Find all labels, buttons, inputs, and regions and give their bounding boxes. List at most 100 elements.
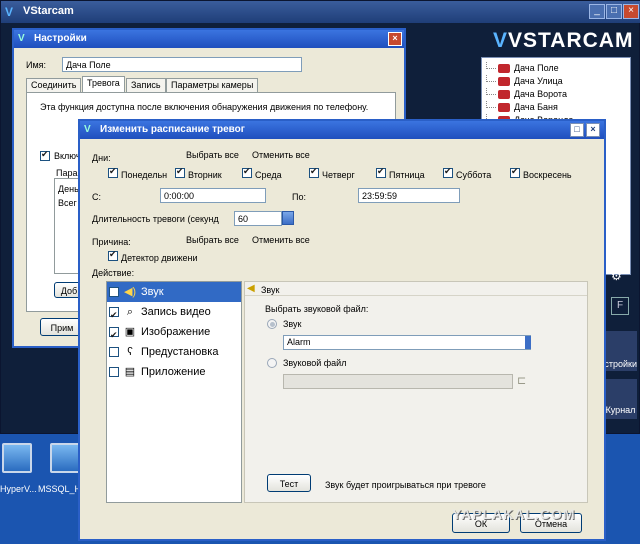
day-label: Четверг (322, 170, 355, 180)
tab-connect[interactable]: Соединить (26, 78, 82, 92)
sound-header (245, 282, 587, 296)
day-label: Вторник (188, 170, 222, 180)
action-list: ◀) Звук ⌕ Запись видео ▣ Изображение ʕ Преду… (106, 281, 242, 503)
side-settings-button[interactable]: Настройки (601, 331, 637, 371)
brand-v-icon: V (493, 29, 509, 52)
sound-select[interactable]: Alarm (283, 335, 531, 350)
dialog-logo-icon: V (84, 124, 91, 135)
side-settings-label: Настройки (601, 359, 637, 369)
enable-label: Включ (54, 151, 81, 161)
action-preset[interactable]: ʕ Предустановка (107, 342, 241, 362)
sound-radio[interactable] (267, 319, 277, 329)
device-item[interactable]: Дача Ворота (482, 88, 630, 101)
watermark: YAPLAKAL.COM (452, 506, 576, 522)
device-label: Дача Ворота (514, 89, 567, 99)
speaker-icon: ◀) (123, 286, 137, 298)
action-label-text: Звук (141, 286, 164, 298)
name-label: Имя: (26, 60, 47, 70)
enable-checkbox[interactable] (40, 149, 50, 163)
schedule-dialog: Изменить расписание тревог V □ × Дни: Вы… (78, 119, 606, 541)
action-label-text: Приложение (141, 366, 206, 378)
device-item[interactable]: Дача Улица (482, 75, 630, 88)
speaker-header-icon: ◀ (247, 283, 255, 294)
minimize-button[interactable]: _ (589, 4, 605, 19)
device-label: Дача Баня (514, 102, 558, 112)
side-log-label: Журнал (602, 405, 636, 415)
day-label: Суббота (456, 170, 492, 180)
from-time-input[interactable] (160, 188, 266, 203)
camera-icon (498, 90, 510, 99)
day-label: Воскресень (523, 170, 572, 180)
brand-text: VSTARCAM (508, 29, 634, 52)
device-item[interactable]: Дача Баня (482, 101, 630, 114)
duration-spin-icon[interactable] (282, 211, 294, 225)
sound-radio-label: Звук (283, 319, 302, 329)
action-app[interactable]: ▤ Приложение (107, 362, 241, 382)
action-sound[interactable]: ◀) Звук (107, 282, 241, 302)
reason-select-all[interactable]: Выбрать все (186, 235, 239, 245)
day-thursday[interactable]: Четверг (309, 166, 355, 180)
mssql-label: MSSQL_H (38, 484, 82, 494)
tab-record[interactable]: Запись (126, 78, 166, 92)
app-logo-icon: V (5, 5, 14, 19)
name-input[interactable] (62, 57, 302, 72)
camera-icon (498, 64, 510, 73)
test-hint: Звук будет проигрываться при тревоге (325, 480, 486, 490)
reason-cancel-all[interactable]: Отменить все (252, 235, 310, 245)
close-button[interactable]: × (623, 4, 639, 19)
action-label-text: Изображение (141, 326, 211, 338)
dropdown-arrow-icon[interactable] (525, 336, 531, 349)
camera-icon (498, 103, 510, 112)
action-label-text: Предустановка (141, 346, 219, 358)
action-video[interactable]: ⌕ Запись видео (107, 302, 241, 325)
folder-icon[interactable]: ⊏ (517, 374, 526, 387)
dialog-maximize-button[interactable]: □ (570, 123, 584, 137)
file-radio-label: Звуковой файл (283, 358, 347, 368)
file-path-input[interactable] (283, 374, 513, 389)
side-log-button[interactable]: Журнал (601, 379, 637, 419)
choose-file-label: Выбрать звуковой файл: (265, 304, 369, 314)
day-friday[interactable]: Пятница (376, 166, 425, 180)
hyperv-label: HyperV... (0, 484, 37, 494)
sound-select-value: Alarm (287, 337, 311, 347)
file-radio[interactable] (267, 358, 277, 368)
action-label-text: Запись видео (141, 306, 211, 318)
day-wednesday[interactable]: Среда (242, 166, 282, 180)
day-saturday[interactable]: Суббота (443, 166, 492, 180)
motion-detector-checkbox[interactable]: Детектор движени (108, 249, 197, 263)
tab-camera-params[interactable]: Параметры камеры (166, 78, 259, 92)
to-time-input[interactable] (358, 188, 460, 203)
image-icon: ▣ (124, 326, 136, 338)
sound-panel: ◀ Звук Выбрать звуковой файл: Звук Alarm… (244, 281, 588, 503)
duration-input[interactable] (234, 211, 282, 226)
device-label: Дача Улица (514, 76, 563, 86)
action-image[interactable]: ▣ Изображение (107, 322, 241, 345)
fullscreen-icon[interactable]: F (611, 297, 629, 315)
device-item[interactable]: Дача Поле (482, 62, 630, 75)
maximize-button[interactable]: □ (606, 4, 622, 19)
settings-title: Настройки (14, 30, 404, 48)
sound-header-label: Звук (261, 285, 280, 295)
action-label: Действие: (92, 268, 135, 278)
settings-close-button[interactable]: × (388, 32, 402, 46)
day-sunday[interactable]: Воскресень (510, 168, 594, 180)
hyperv-icon[interactable] (2, 443, 32, 473)
day-tuesday[interactable]: Вторник (175, 166, 222, 180)
camera-icon: ⌕ (126, 306, 134, 318)
row-label: Всег (58, 198, 77, 208)
col-label: День (58, 184, 79, 194)
info-text: Эта функция доступна после включения обн… (40, 102, 369, 112)
tab-alarm[interactable]: Тревога (82, 76, 125, 92)
duration-label: Длительность тревоги (секунд (92, 214, 219, 224)
mssql-icon[interactable] (50, 443, 80, 473)
gear-icon[interactable]: ⚙ (611, 269, 622, 283)
from-label: С: (92, 192, 101, 202)
days-cancel-all[interactable]: Отменить все (252, 150, 310, 160)
dialog-close-button[interactable]: × (586, 123, 600, 137)
test-button[interactable]: Тест (267, 474, 311, 492)
main-title: VStarcam (1, 1, 640, 23)
device-label: Дача Поле (514, 63, 559, 73)
to-label: По: (292, 192, 306, 202)
day-monday[interactable]: Понедельн (108, 166, 167, 180)
days-select-all[interactable]: Выбрать все (186, 150, 239, 160)
